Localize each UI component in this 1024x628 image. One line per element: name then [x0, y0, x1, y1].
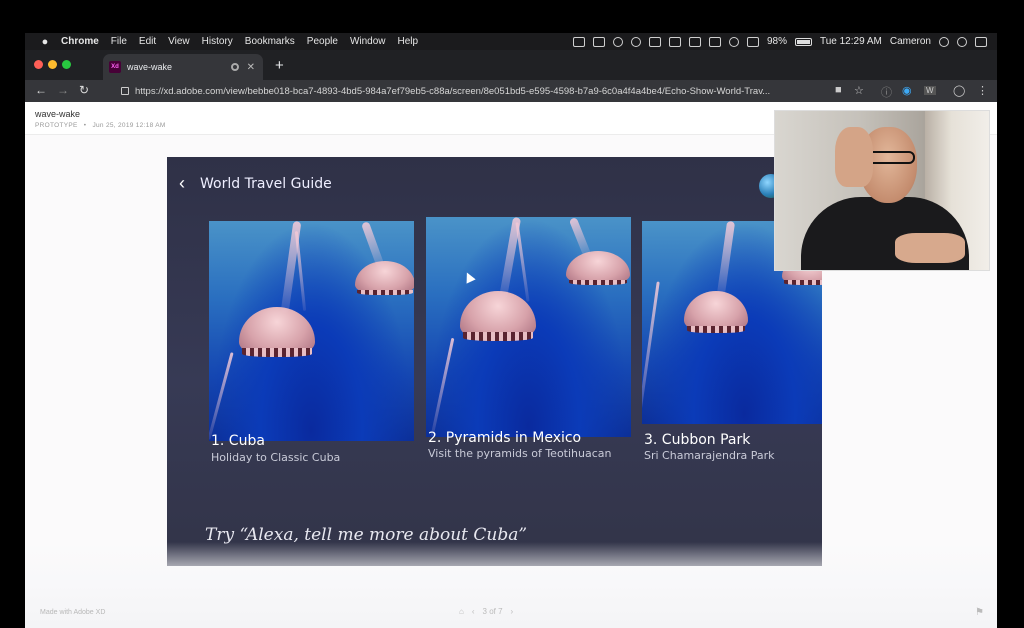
bluetooth-icon[interactable]	[668, 36, 681, 47]
screen-record-icon[interactable]	[592, 36, 605, 47]
menu-view[interactable]: View	[168, 36, 190, 47]
comments-icon[interactable]: ⚑	[975, 607, 984, 618]
echo-show-artboard[interactable]: ‹ World Travel Guide 1. Cuba Holiday to …	[167, 157, 822, 566]
jellyfish-shape	[684, 291, 748, 367]
travel-card-pyramids[interactable]: 2. Pyramids in Mexico Visit the pyramids…	[426, 217, 631, 464]
menu-app-name[interactable]: Chrome	[61, 36, 99, 47]
card-title: 3. Cubbon Park	[644, 432, 751, 448]
forward-arrow-icon[interactable]: →	[57, 83, 69, 97]
keyboard-icon[interactable]	[708, 36, 721, 47]
card-subtitle: Holiday to Classic Cuba	[211, 451, 341, 464]
made-with-xd-label[interactable]: Made with Adobe XD	[40, 609, 105, 616]
menu-window[interactable]: Window	[350, 36, 386, 47]
webcam-overlay	[774, 110, 990, 271]
screen: ● Chrome File Edit View History Bookmark…	[0, 0, 1024, 628]
tab-close-icon[interactable]: ✕	[247, 62, 255, 73]
menu-help[interactable]: Help	[398, 36, 419, 47]
airplay-icon[interactable]	[688, 36, 701, 47]
wifi-icon[interactable]	[728, 36, 739, 47]
prototype-label: PROTOTYPE	[35, 122, 78, 129]
status-area: 98% Tue 12:29 AM Cameron	[572, 33, 987, 50]
new-tab-button[interactable]: +	[275, 57, 284, 74]
project-meta: PROTOTYPE • Jun 25, 2019 12:18 AM	[35, 122, 166, 129]
volume-icon[interactable]	[746, 36, 759, 47]
meta-separator: •	[83, 122, 87, 129]
extension-circle-icon[interactable]: ◉	[902, 84, 912, 97]
jellyfish-photo	[209, 221, 414, 441]
window-maximize-button[interactable]	[62, 60, 71, 69]
spotlight-icon[interactable]	[939, 36, 949, 47]
chrome-menu-icon[interactable]: ⋮	[977, 84, 988, 97]
macos-menu-bar: ● Chrome File Edit View History Bookmark…	[25, 33, 997, 50]
card-subtitle: Sri Chamarajendra Park	[644, 449, 775, 462]
next-screen-icon[interactable]: ›	[511, 607, 514, 616]
jellyfish-shape	[460, 291, 536, 381]
menu-user[interactable]: Cameron	[890, 36, 931, 47]
chrome-tab-strip: Xd wave-wake ✕ +	[25, 50, 997, 80]
profile-avatar-icon[interactable]: ◯	[953, 84, 965, 97]
back-chevron-icon[interactable]: ‹	[179, 173, 185, 194]
menu-bookmarks[interactable]: Bookmarks	[245, 36, 295, 47]
presenter-hand	[835, 127, 873, 187]
card-subtitle: Visit the pyramids of Teotihuacan	[428, 447, 612, 460]
shield-icon[interactable]	[630, 36, 641, 47]
siri-icon[interactable]	[957, 36, 967, 47]
artboard-title: World Travel Guide	[200, 176, 332, 192]
extension-w-icon[interactable]: W	[924, 86, 936, 95]
extension-info-icon[interactable]: ⓘ	[881, 84, 892, 100]
camera-icon[interactable]: ■	[835, 84, 842, 96]
jellyfish-shape	[239, 307, 315, 397]
card-title: 2. Pyramids in Mexico	[428, 430, 582, 446]
screen-pager: ⌂ ‹ 3 of 7 ›	[459, 607, 513, 616]
evernote-icon[interactable]	[572, 36, 585, 47]
card-title: 1. Cuba	[211, 433, 265, 449]
window-minimize-button[interactable]	[48, 60, 57, 69]
adobe-xd-favicon-icon: Xd	[109, 61, 121, 73]
menu-file[interactable]: File	[111, 36, 127, 47]
window-close-button[interactable]	[34, 60, 43, 69]
chrome-toolbar: ← → ↻ https://xd.adobe.com/view/bebbe018…	[25, 80, 997, 102]
recording-indicator-icon	[230, 63, 239, 71]
display-icon[interactable]	[648, 36, 661, 47]
tab-title: wave-wake	[127, 62, 173, 72]
apple-menu-icon[interactable]: ●	[39, 36, 51, 48]
address-bar[interactable]: https://xd.adobe.com/view/bebbe018-bca7-…	[111, 82, 893, 100]
presenter-hands	[895, 233, 965, 263]
menu-clock[interactable]: Tue 12:29 AM	[820, 36, 882, 47]
jellyfish-shape	[355, 261, 414, 323]
menu-edit[interactable]: Edit	[139, 36, 156, 47]
page-indicator: 3 of 7	[482, 607, 503, 616]
battery-percent: 98%	[766, 36, 787, 47]
menu-people[interactable]: People	[307, 36, 338, 47]
prev-screen-icon[interactable]: ‹	[472, 607, 475, 616]
bookmark-star-icon[interactable]: ☆	[854, 84, 864, 97]
travel-card-cuba[interactable]: 1. Cuba Holiday to Classic Cuba	[209, 221, 414, 468]
jellyfish-shape	[566, 251, 630, 313]
back-arrow-icon[interactable]: ←	[35, 83, 47, 97]
jellyfish-photo	[426, 217, 631, 437]
notification-center-icon[interactable]	[975, 36, 987, 47]
home-icon[interactable]: ⌂	[459, 607, 464, 616]
project-name: wave-wake	[35, 109, 81, 119]
project-date: Jun 25, 2019 12:18 AM	[92, 122, 166, 129]
lock-icon	[121, 87, 129, 95]
battery-icon[interactable]	[794, 37, 812, 46]
browser-tab[interactable]: Xd wave-wake ✕	[103, 54, 263, 80]
reload-icon[interactable]: ↻	[79, 83, 89, 97]
url-text: https://xd.adobe.com/view/bebbe018-bca7-…	[135, 85, 771, 97]
menu-history[interactable]: History	[202, 36, 233, 47]
creative-cloud-icon[interactable]	[612, 36, 623, 47]
